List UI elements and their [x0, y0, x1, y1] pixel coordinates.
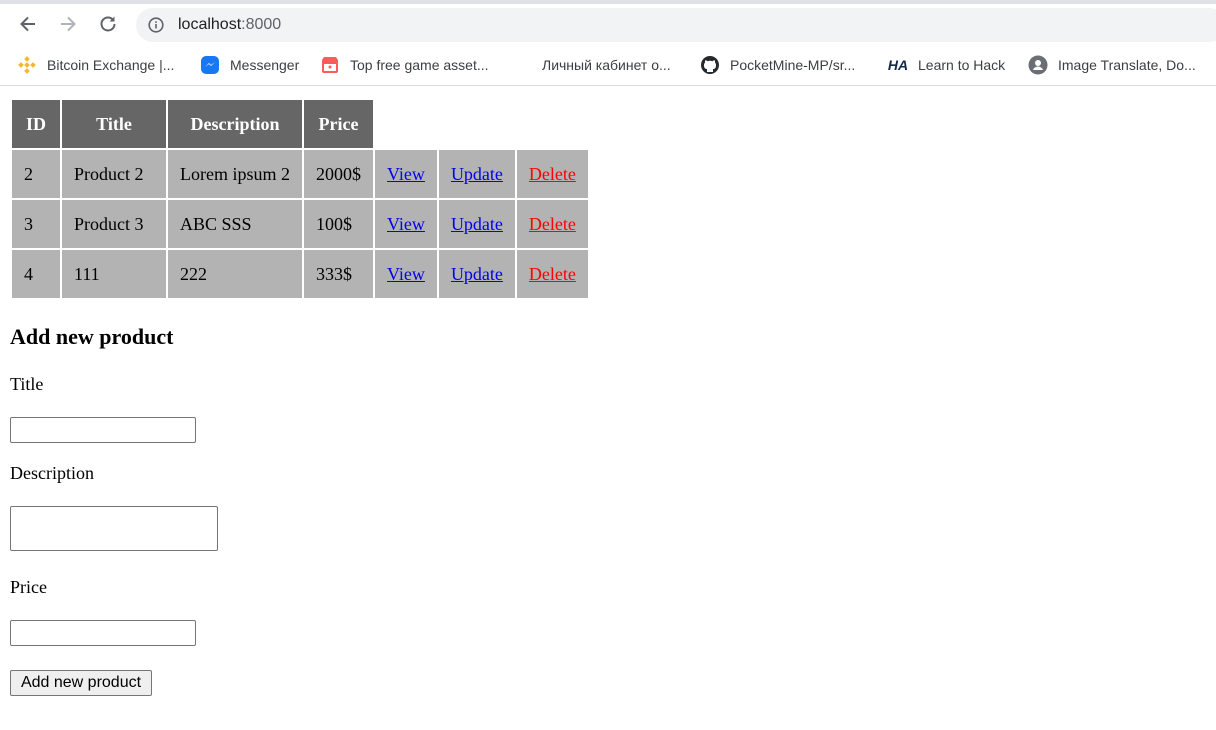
header-description: Description [168, 100, 303, 148]
reload-icon [100, 16, 116, 32]
table-row: 2 Product 2 Lorem ipsum 2 2000$ View Upd… [12, 150, 588, 198]
header-empty-cell [375, 100, 437, 148]
title-input[interactable] [10, 417, 196, 443]
delete-link[interactable]: Delete [529, 264, 576, 284]
update-link[interactable]: Update [451, 264, 503, 284]
profile-icon [1028, 55, 1048, 75]
price-label: Price [10, 577, 47, 597]
bookmark-personal-cabinet[interactable]: Личный кабинет о... [512, 54, 671, 76]
cell-id: 4 [12, 250, 61, 298]
cell-update: Update [438, 150, 515, 198]
description-label: Description [10, 463, 94, 483]
table-row: 3 Product 3 ABC SSS 100$ View Update Del… [12, 200, 588, 248]
messenger-icon [200, 55, 220, 75]
table-row: 4 111 222 333$ View Update Delete [12, 250, 588, 298]
header-empty-cell [517, 100, 588, 148]
bookmark-label: Image Translate, Do... [1058, 57, 1196, 73]
url-text: localhost:8000 [178, 8, 281, 42]
info-icon[interactable] [148, 17, 164, 33]
table-header-row: ID Title Description Price [12, 100, 588, 148]
address-bar[interactable]: localhost:8000 [136, 8, 1216, 42]
bookmark-pocketmine[interactable]: PocketMine-MP/sr... [700, 54, 855, 76]
cell-delete: Delete [516, 150, 588, 198]
cell-update: Update [438, 250, 515, 298]
bookmark-label: Bitcoin Exchange |... [47, 57, 175, 73]
arrow-right-icon [61, 16, 76, 32]
delete-link[interactable]: Delete [529, 164, 576, 184]
url-port: :8000 [241, 16, 282, 33]
cell-id: 2 [12, 150, 61, 198]
cell-description: ABC SSS [168, 200, 303, 248]
view-link[interactable]: View [387, 164, 425, 184]
cell-view: View [375, 150, 437, 198]
cell-view: View [375, 200, 437, 248]
cell-view: View [375, 250, 437, 298]
price-input[interactable] [10, 620, 196, 646]
bookmark-label: Learn to Hack [918, 57, 1006, 73]
page-content: ID Title Description Price 2 Product 2 L… [0, 87, 1216, 730]
view-link[interactable]: View [387, 264, 425, 284]
description-textarea[interactable] [10, 506, 218, 551]
header-empty-cell [439, 100, 515, 148]
arrow-left-icon [20, 16, 35, 32]
bookmark-label: Messenger [230, 57, 300, 73]
reload-button[interactable] [94, 10, 122, 38]
bookmark-game-assets[interactable]: Top free game asset... [320, 54, 489, 76]
bookmark-bitcoin-exchange[interactable]: Bitcoin Exchange |... [17, 54, 174, 76]
bookmark-image-translate[interactable]: Image Translate, Do... [1028, 54, 1196, 76]
bookmark-label: PocketMine-MP/sr... [730, 57, 856, 73]
blank-page-icon [512, 55, 532, 75]
header-title: Title [62, 100, 167, 148]
header-price: Price [304, 100, 374, 148]
cell-title: Product 2 [62, 150, 167, 198]
view-link[interactable]: View [387, 214, 425, 234]
update-link[interactable]: Update [451, 164, 503, 184]
cell-title: 111 [62, 250, 167, 298]
cell-id: 3 [12, 200, 61, 248]
github-icon [700, 55, 720, 75]
add-product-button[interactable]: Add new product [10, 670, 152, 696]
forward-button[interactable] [54, 10, 82, 38]
title-label: Title [10, 374, 44, 394]
delete-link[interactable]: Delete [529, 214, 576, 234]
bookmark-label: Top free game asset... [350, 57, 489, 73]
itchio-icon [320, 55, 340, 75]
cell-price: 333$ [304, 250, 374, 298]
bookmarks-bar: Bitcoin Exchange |... Messenger Top free… [0, 44, 1216, 86]
form-heading: Add new product [10, 324, 174, 349]
back-button[interactable] [14, 10, 42, 38]
cell-price: 100$ [304, 200, 374, 248]
bookmark-learn-to-hack[interactable]: HA Learn to Hack [888, 54, 1005, 76]
cell-description: Lorem ipsum 2 [168, 150, 303, 198]
url-host: localhost [178, 16, 242, 33]
cell-title: Product 3 [62, 200, 167, 248]
hackademy-icon: HA [887, 57, 909, 73]
cell-update: Update [438, 200, 515, 248]
products-table: ID Title Description Price 2 Product 2 L… [10, 98, 590, 300]
update-link[interactable]: Update [451, 214, 503, 234]
bookmark-messenger[interactable]: Messenger [200, 54, 299, 76]
cell-delete: Delete [516, 250, 588, 298]
cell-price: 2000$ [304, 150, 374, 198]
binance-icon [17, 55, 37, 75]
header-id: ID [12, 100, 61, 148]
bookmark-label: Личный кабинет о... [542, 57, 671, 73]
browser-toolbar: localhost:8000 [0, 4, 1216, 44]
cell-description: 222 [168, 250, 303, 298]
cell-delete: Delete [516, 200, 588, 248]
